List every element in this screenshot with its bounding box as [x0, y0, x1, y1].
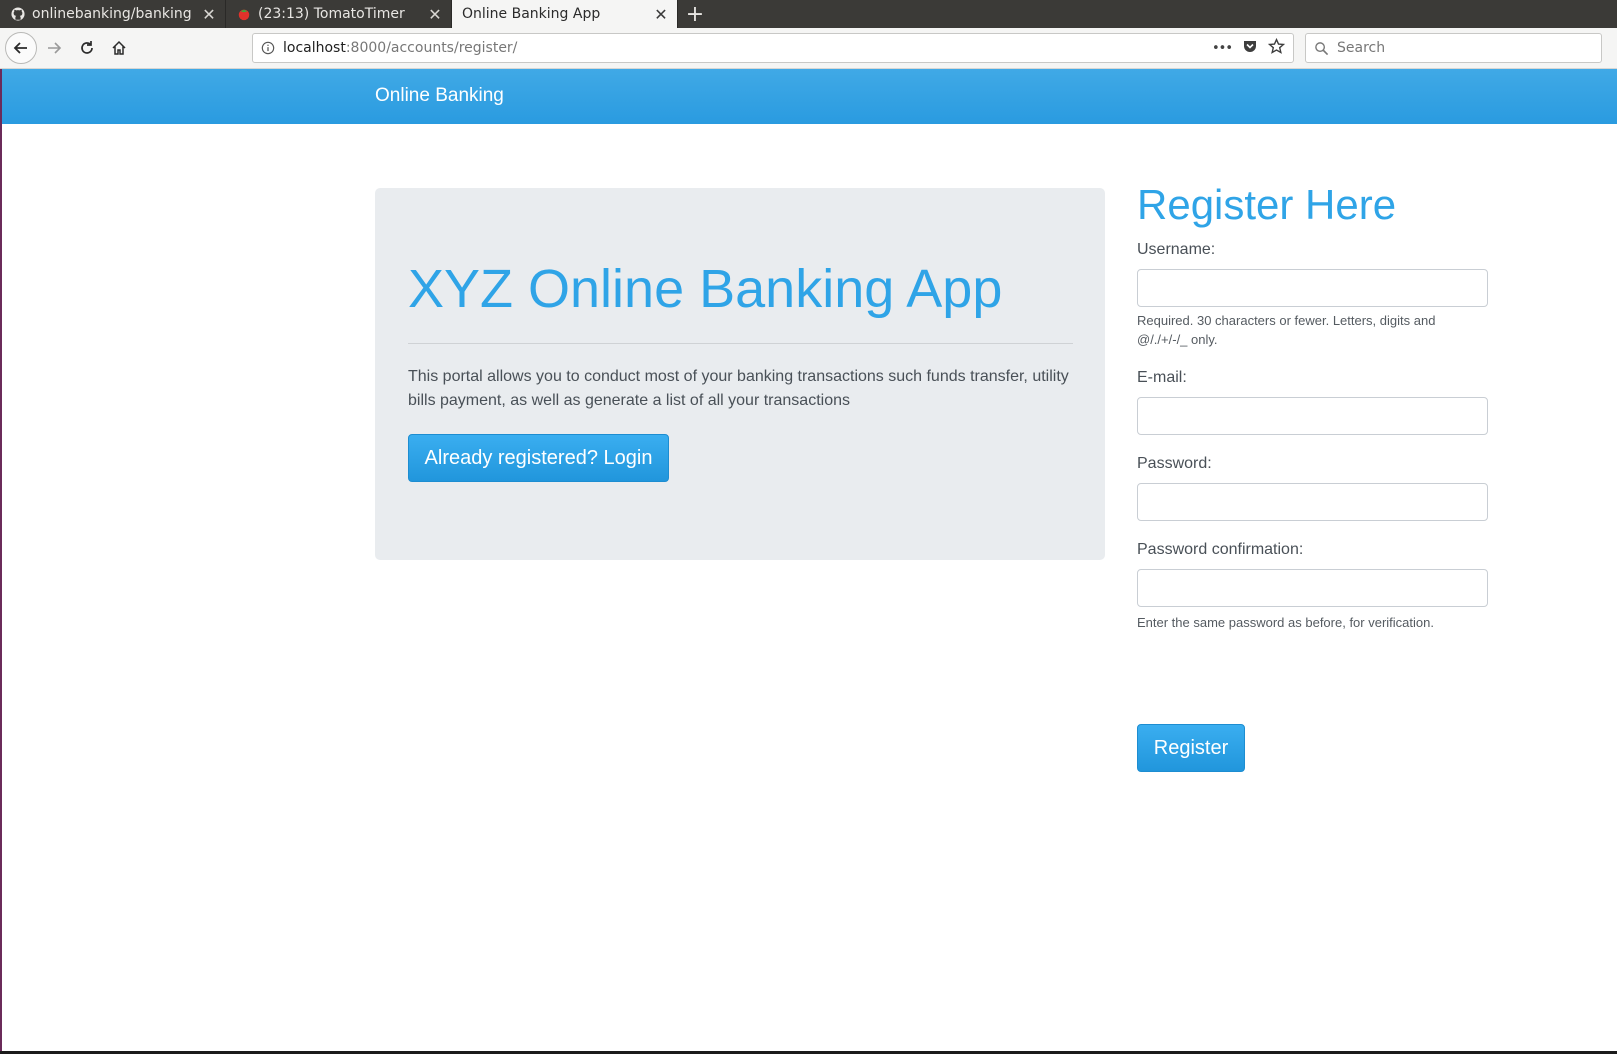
- browser-tab-bar: onlinebanking/banking ✕ (23:13) TomatoTi…: [0, 0, 1617, 28]
- close-icon[interactable]: ✕: [653, 5, 669, 24]
- password-confirm-field[interactable]: [1137, 569, 1488, 607]
- reload-icon: [81, 41, 93, 54]
- search-icon: [1314, 41, 1329, 56]
- bookmark-star-icon[interactable]: [1267, 37, 1286, 59]
- password-label: Password:: [1137, 455, 1212, 472]
- search-placeholder: Search: [1337, 40, 1386, 56]
- more-actions-icon[interactable]: •••: [1212, 41, 1233, 56]
- close-icon[interactable]: ✕: [427, 5, 443, 24]
- password-confirm-help-text: Enter the same password as before, for v…: [1137, 615, 1434, 630]
- register-title: Register Here: [1137, 181, 1397, 228]
- reload-button[interactable]: [71, 32, 103, 64]
- close-icon[interactable]: ✕: [201, 5, 217, 24]
- pocket-icon[interactable]: [1242, 38, 1258, 58]
- page-title: XYZ Online Banking App: [408, 259, 1003, 319]
- divider: [408, 343, 1073, 344]
- forward-arrow-icon: [48, 42, 62, 54]
- tab-github[interactable]: onlinebanking/banking ✕: [0, 0, 226, 28]
- username-field[interactable]: [1137, 269, 1488, 307]
- password-confirm-label: Password confirmation:: [1137, 541, 1304, 558]
- back-button[interactable]: [5, 32, 37, 64]
- site-navbar: Online Banking: [2, 69, 1617, 124]
- browser-toolbar: localhost:8000/accounts/register/ ••• Se…: [0, 28, 1617, 69]
- password-field[interactable]: [1137, 483, 1488, 521]
- back-arrow-icon: [13, 42, 27, 54]
- tab-title: onlinebanking/banking: [32, 6, 192, 22]
- jumbotron: XYZ Online Banking App This portal allow…: [375, 188, 1105, 560]
- url-path: :8000/accounts/register/: [345, 40, 518, 56]
- home-button[interactable]: [103, 32, 135, 64]
- tomato-icon: [236, 6, 252, 22]
- search-input[interactable]: Search: [1305, 33, 1602, 63]
- brand-link[interactable]: Online Banking: [375, 85, 504, 107]
- url-host: localhost: [283, 40, 346, 56]
- url-actions: •••: [1212, 34, 1286, 62]
- tab-tomatotimer[interactable]: (23:13) TomatoTimer ✕: [226, 0, 452, 28]
- login-button[interactable]: Already registered? Login: [408, 434, 669, 482]
- home-icon: [112, 40, 126, 55]
- info-icon[interactable]: [261, 41, 275, 55]
- tab-title: Online Banking App: [462, 6, 601, 22]
- username-label: Username:: [1137, 241, 1216, 258]
- forward-button[interactable]: [38, 32, 70, 64]
- tab-title: (23:13) TomatoTimer: [258, 6, 405, 22]
- username-help-text: Required. 30 characters or fewer. Letter…: [1137, 313, 1436, 347]
- github-icon: [10, 6, 26, 22]
- email-field[interactable]: [1137, 397, 1488, 435]
- url-bar[interactable]: localhost:8000/accounts/register/ •••: [252, 33, 1294, 63]
- page-content: Online Banking XYZ Online Banking App Th…: [0, 69, 1617, 1054]
- register-button[interactable]: Register: [1137, 724, 1245, 772]
- intro-text: This portal allows you to conduct most o…: [408, 368, 1069, 409]
- tab-online-banking[interactable]: Online Banking App ✕: [452, 0, 678, 28]
- email-label: E-mail:: [1137, 369, 1187, 386]
- new-tab-button[interactable]: +: [678, 0, 712, 28]
